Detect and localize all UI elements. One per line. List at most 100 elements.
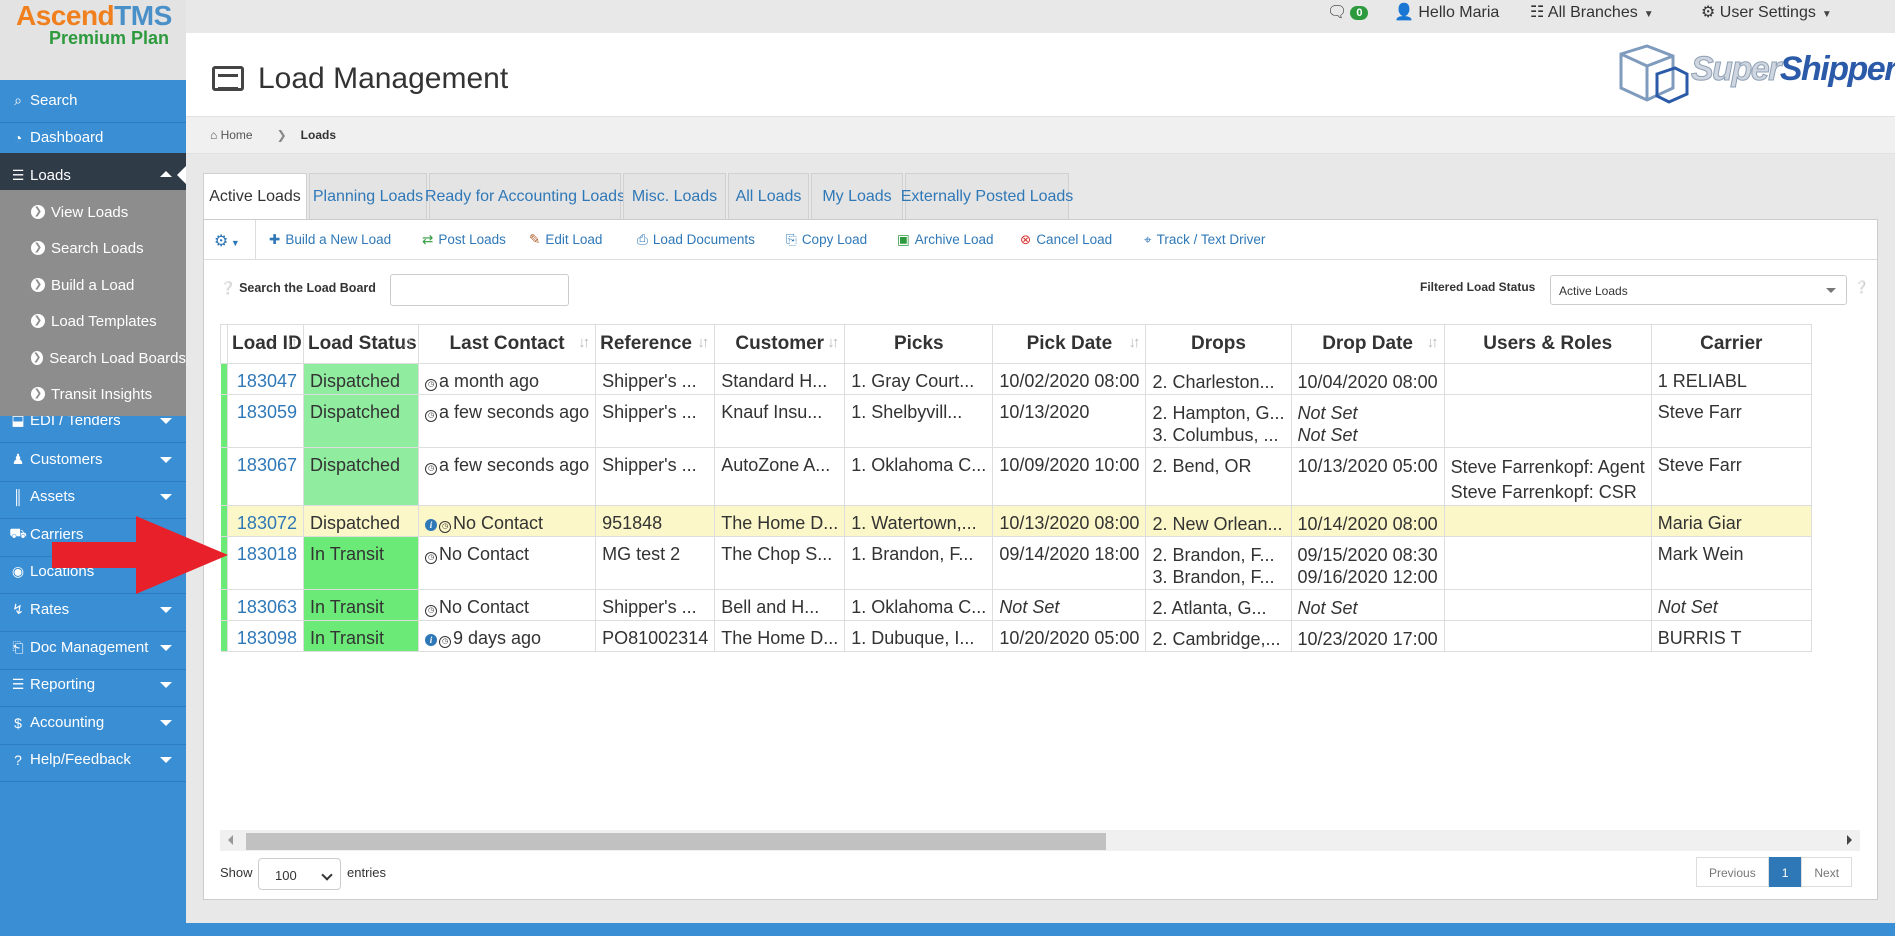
- picks: 1. Oklahoma C...: [844, 589, 994, 621]
- filter-status-select[interactable]: Active Loads: [1550, 275, 1847, 305]
- scroll-left-arrow-icon[interactable]: [228, 835, 233, 845]
- users-roles: Steve Farrenkopf: Agent Steve Farrenkopf:…: [1443, 447, 1652, 506]
- user-settings-dropdown[interactable]: ⚙ User Settings ▼: [1701, 2, 1832, 22]
- table-row[interactable]: 183018 In Transit ◷ No Contact MG test 2 The …: [220, 536, 1812, 590]
- load-id-link[interactable]: 183059: [227, 394, 304, 448]
- info-icon[interactable]: i: [425, 634, 437, 646]
- column-header-label: Picks: [893, 333, 944, 354]
- picks: 1. Oklahoma C...: [844, 447, 994, 506]
- reference: Shipper's ...: [595, 394, 716, 448]
- plan-label: Premium Plan: [49, 28, 170, 48]
- edit-load-button[interactable]: ✎ Edit Load: [529, 232, 602, 248]
- search-input[interactable]: [390, 274, 569, 306]
- hello-label: Hello Maria: [1418, 4, 1500, 21]
- load-panel: ⚙ ▼ ✚ Build a New Load ⇄ Post Loads ✎ Edit Lo…: [203, 219, 1878, 900]
- entries-per-page-select[interactable]: 100: [258, 858, 341, 890]
- caret-down-icon: [160, 757, 172, 763]
- truck-icon: ⛟: [9, 525, 27, 541]
- load-id-link[interactable]: 183047: [227, 363, 304, 395]
- sort-icon: ↓↑: [697, 334, 709, 351]
- next-page-button[interactable]: Next: [1801, 857, 1853, 887]
- settings-gear-button[interactable]: ⚙ ▼: [204, 220, 256, 260]
- sort-icon: ↓↑: [1426, 334, 1439, 351]
- tab-ready-for-accounting-loads[interactable]: Ready for Accounting Loads: [425, 173, 625, 219]
- reference: Shipper's ...: [595, 363, 716, 395]
- branches-dropdown[interactable]: ☷ All Branches ▼: [1530, 2, 1654, 22]
- main-area: Load Management ⌂ Home ❯ Loads Active Lo…: [186, 33, 1895, 923]
- table-row[interactable]: 183067 Dispatched ◷ a few seconds ago Shippe…: [220, 447, 1812, 506]
- copy-load-button[interactable]: ⎘ Copy Load: [786, 232, 867, 248]
- tab-misc-loads[interactable]: Misc. Loads: [623, 173, 726, 219]
- post-loads-button[interactable]: ⇄ Post Loads: [422, 232, 506, 248]
- file-icon: ⎗: [12, 639, 24, 655]
- chevron-circle-right-icon: ❯: [31, 205, 45, 219]
- caret-down-icon: ▼: [228, 238, 240, 248]
- drop-date: 10/13/2020 05:00: [1290, 447, 1445, 506]
- picks: 1. Brandon, F...: [844, 536, 994, 590]
- info-icon[interactable]: i: [425, 519, 437, 531]
- column-header-drops[interactable]: Drops: [1145, 324, 1292, 364]
- sidebar-item-label: Customers: [30, 451, 103, 468]
- drop-date: Not Set: [1290, 589, 1445, 621]
- archive-load-button[interactable]: ▣ Archive Load: [897, 232, 994, 248]
- scrollbar-thumb[interactable]: [246, 833, 1106, 850]
- build-a-new-load-button[interactable]: ✚ Build a New Load: [269, 232, 391, 248]
- tab-planning-loads[interactable]: Planning Loads: [309, 173, 427, 219]
- column-header-load-status[interactable]: Load Status ↓↑: [303, 324, 419, 364]
- entries-per-page-value: 100: [275, 868, 297, 883]
- table-row[interactable]: 183059 Dispatched ◷ a few seconds ago Shippe…: [220, 394, 1812, 448]
- drop-date: Not Set Not Set: [1290, 394, 1445, 448]
- gear-icon: ⚙: [1701, 4, 1716, 21]
- column-header-users-roles[interactable]: Users & Roles: [1443, 324, 1652, 364]
- horizontal-scrollbar[interactable]: [220, 830, 1860, 851]
- user-menu[interactable]: 👤 Hello Maria: [1394, 2, 1499, 22]
- chevron-circle-right-icon: ❯: [31, 387, 45, 401]
- column-header-label: Last Contact: [449, 333, 565, 354]
- column-header-reference[interactable]: Reference ↓↑: [595, 324, 716, 364]
- pick-date: 10/20/2020 05:00: [992, 620, 1147, 652]
- clock-icon: ◷: [425, 379, 437, 391]
- table-row[interactable]: 183072 Dispatched i ◷ No Contact 951848 The Ho…: [220, 505, 1812, 537]
- table-row[interactable]: 183063 In Transit ◷ No Contact Shipper's ...…: [220, 589, 1812, 621]
- cancel-load-button[interactable]: ⊗ Cancel Load: [1020, 232, 1112, 248]
- load-id-link[interactable]: 183098: [227, 620, 304, 652]
- tab-externally-posted-loads[interactable]: Externally Posted Loads: [901, 173, 1073, 219]
- active-pointer: [177, 166, 186, 184]
- sidebar-subitem-label: Search Loads: [51, 239, 144, 257]
- drops: 2. Brandon, F... 3. Brandon, F...: [1145, 536, 1292, 590]
- table-row[interactable]: 183047 Dispatched ◷ a month ago Shipper's ..…: [220, 363, 1812, 395]
- track-text-driver-button[interactable]: ⌖ Track / Text Driver: [1144, 232, 1265, 248]
- last-contact-text: 9 days ago: [453, 628, 542, 648]
- drop-date-item: Not Set: [1297, 425, 1358, 445]
- load-id-link[interactable]: 183018: [227, 536, 304, 590]
- breadcrumb-home[interactable]: ⌂ Home: [210, 128, 253, 142]
- load-status: Dispatched: [303, 363, 419, 395]
- tab-all-loads[interactable]: All Loads: [728, 173, 809, 219]
- drop-date-item: 10/14/2020 08:00: [1297, 514, 1438, 534]
- users-roles: [1443, 589, 1652, 621]
- page-1-button[interactable]: 1: [1768, 857, 1802, 887]
- content-area: Active Loads Planning Loads Ready for Acco…: [186, 154, 1895, 923]
- column-header-customer[interactable]: Customer ↓↑: [714, 324, 846, 364]
- column-header-load-id[interactable]: Load ID ↓↑: [227, 324, 304, 364]
- sidebar-subitem-transit-insights[interactable]: ❯ Transit Insights: [0, 372, 186, 416]
- column-header-picks[interactable]: Picks: [844, 324, 994, 364]
- table-row[interactable]: 183098 In Transit i ◷ 9 days ago PO81002314 Th…: [220, 620, 1812, 652]
- messages-button[interactable]: 🗨 0: [1327, 2, 1369, 22]
- previous-page-button[interactable]: Previous: [1696, 857, 1769, 887]
- app-logo[interactable]: AscendTMS Premium Plan: [0, 0, 186, 80]
- column-header-last-contact[interactable]: Last Contact ↓↑: [417, 324, 597, 364]
- tab-my-loads[interactable]: My Loads: [811, 173, 903, 219]
- load-id-link[interactable]: 183072: [227, 505, 304, 537]
- chevron-circle-right-icon: ❯: [31, 351, 44, 365]
- load-documents-button[interactable]: ⎙ Load Documents: [637, 232, 755, 248]
- column-header-pick-date[interactable]: Pick Date ↓↑: [992, 324, 1147, 364]
- sidebar-item-help-feedback[interactable]: ? Help/Feedback: [0, 738, 186, 782]
- scroll-right-arrow-icon[interactable]: [1847, 835, 1852, 845]
- load-id-link[interactable]: 183067: [227, 447, 304, 506]
- column-header-carrier[interactable]: Carrier: [1650, 324, 1812, 364]
- help-icon[interactable]: ❔: [1854, 280, 1869, 294]
- load-id-link[interactable]: 183063: [227, 589, 304, 621]
- column-header-drop-date[interactable]: Drop Date ↓↑: [1290, 324, 1445, 364]
- tab-active-loads[interactable]: Active Loads: [203, 173, 307, 220]
